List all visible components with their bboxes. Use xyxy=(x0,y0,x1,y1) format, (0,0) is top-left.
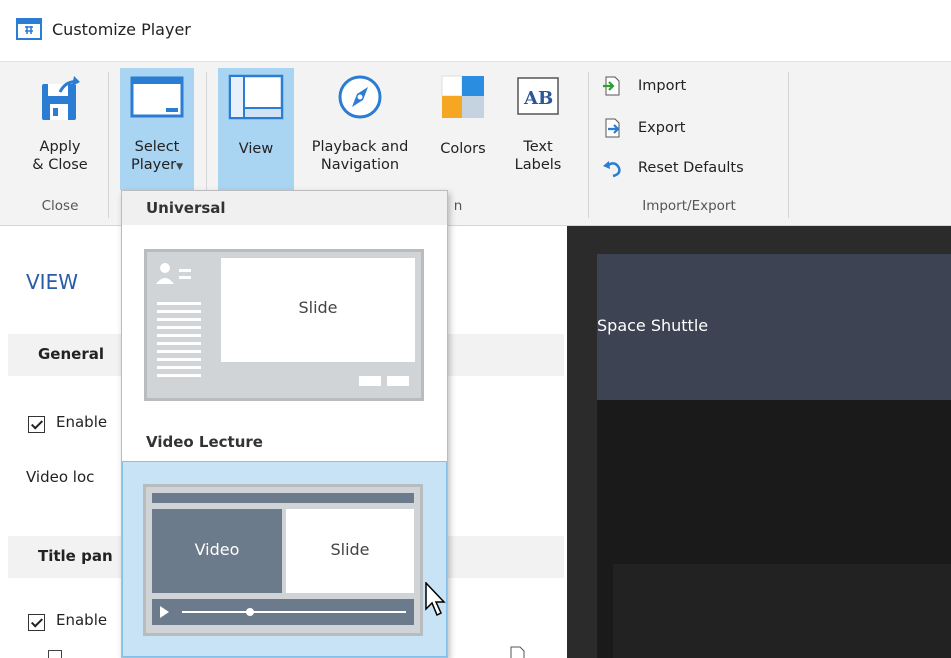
video-area: Video xyxy=(152,509,282,593)
import-icon xyxy=(603,76,620,96)
playbar-icon xyxy=(160,606,406,618)
video-location-label: Video loc xyxy=(26,468,95,486)
chevron-down-icon: ▼ xyxy=(176,162,184,172)
import-label: Import xyxy=(638,78,687,94)
enable-label: Enable xyxy=(56,413,108,431)
view-layout-icon xyxy=(228,74,284,120)
window-title: Customize Player xyxy=(52,20,191,39)
apply-close-label-2: & Close xyxy=(32,157,88,173)
mouse-cursor-icon xyxy=(425,582,446,617)
text-labels-button[interactable]: AB Text Labels xyxy=(506,68,570,188)
video-lecture-header-label: Video Lecture xyxy=(146,433,263,451)
enable-checkbox[interactable] xyxy=(28,416,45,433)
svg-text:AB: AB xyxy=(523,88,553,109)
preview-title: Space Shuttle xyxy=(597,316,709,335)
video-lecture-slide-label: Slide xyxy=(330,540,370,559)
universal-slide-label: Slide xyxy=(298,298,338,317)
apply-close-label-1: Apply xyxy=(39,139,81,155)
universal-thumbnail: Slide xyxy=(144,249,424,401)
video-lecture-header: Video Lecture xyxy=(122,425,447,459)
preview-slide-area xyxy=(613,564,951,658)
title-bar-shape xyxy=(152,493,414,503)
colors-label: Colors xyxy=(440,141,486,157)
document-icon xyxy=(510,646,525,658)
group-label-close: Close xyxy=(41,198,79,214)
apply-close-button[interactable]: Apply & Close xyxy=(18,68,102,188)
video-lecture-layout-option[interactable]: Video Slide xyxy=(122,461,447,657)
title-panel-section-title: Title pan xyxy=(38,547,113,565)
colors-icon xyxy=(441,75,484,118)
playback-label-1: Playback and xyxy=(311,139,409,155)
group-label-partial: n xyxy=(453,198,463,214)
universal-layout-option[interactable]: Slide xyxy=(122,229,447,425)
compass-icon xyxy=(338,75,382,119)
playbar-shape xyxy=(152,599,414,625)
export-icon xyxy=(605,118,620,138)
preview-header: Space Shuttle xyxy=(597,254,951,400)
video-area-label: Video xyxy=(194,540,240,559)
enable-title-checkbox[interactable] xyxy=(28,614,45,631)
view-heading: VIEW xyxy=(26,270,78,294)
outline-lines-icon xyxy=(157,302,201,377)
select-player-label-1: Select xyxy=(134,139,180,155)
title-bar: Customize Player xyxy=(0,0,951,62)
slide-area: Slide xyxy=(286,509,414,593)
ribbon-separator xyxy=(108,72,109,218)
general-section-title: General xyxy=(38,345,104,363)
text-labels-label-2: Labels xyxy=(514,157,562,173)
customize-player-app-icon xyxy=(16,18,42,40)
text-labels-label-1: Text xyxy=(523,139,553,155)
universal-header-label: Universal xyxy=(146,199,226,217)
nav-button-shape xyxy=(387,376,409,386)
view-button[interactable]: View xyxy=(218,68,294,190)
ribbon-separator xyxy=(588,72,589,218)
text-labels-icon: AB xyxy=(517,77,559,115)
enable-title-label: Enable xyxy=(56,611,108,629)
universal-header: Universal xyxy=(122,191,447,225)
user-list-icon xyxy=(156,263,191,284)
nav-button-shape xyxy=(359,376,381,386)
reset-defaults-label: Reset Defaults xyxy=(638,160,744,176)
video-lecture-thumbnail: Video Slide xyxy=(143,484,423,636)
group-label-import-export: Import/Export xyxy=(642,198,736,214)
playback-label-2: Navigation xyxy=(320,157,400,173)
sub-checkbox[interactable] xyxy=(48,650,62,658)
colors-button[interactable]: Colors xyxy=(430,68,496,188)
playback-navigation-button[interactable]: Playback and Navigation xyxy=(298,68,422,188)
player-layout-icon xyxy=(130,76,184,118)
select-player-button[interactable]: Select Player▼ xyxy=(120,68,194,190)
ribbon-separator xyxy=(788,72,789,218)
undo-icon xyxy=(603,161,621,178)
select-player-label-2: Player xyxy=(130,157,177,173)
export-label: Export xyxy=(638,120,686,136)
select-player-dropdown: Universal Slide Video Lecture Video Slid… xyxy=(121,190,448,658)
universal-slide-area: Slide xyxy=(221,258,415,362)
save-icon xyxy=(42,76,80,120)
view-label: View xyxy=(238,141,274,157)
